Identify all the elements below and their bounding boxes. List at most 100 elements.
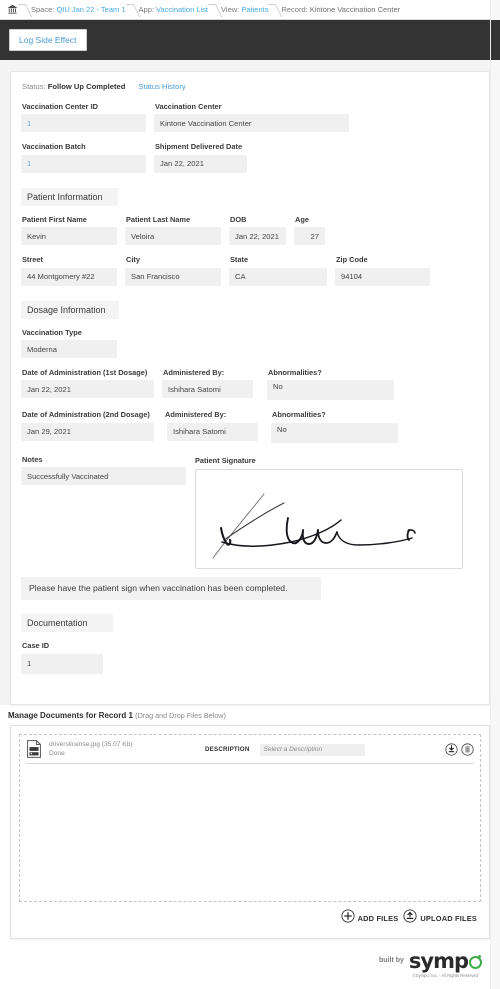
upload-files-button[interactable]: UPLOAD FILES: [403, 909, 477, 928]
breadcrumb-view-label: View:: [221, 5, 240, 14]
home-icon[interactable]: [6, 4, 18, 16]
label-city: City: [126, 255, 140, 265]
file-status: Done: [49, 749, 65, 757]
status-prefix: Status:: [22, 82, 46, 91]
breadcrumb-item-view[interactable]: View: Patients: [221, 5, 268, 14]
breadcrumb-record-label: Record:: [281, 5, 308, 14]
input-dose2-administered-by[interactable]: Ishihara Satomi: [167, 422, 258, 441]
file-drop-zone[interactable]: driverslicense.jpg (35.07 Kb) Done DESCR…: [19, 734, 481, 902]
download-icon[interactable]: [445, 743, 458, 756]
input-patient-first-name[interactable]: Kevin: [21, 227, 117, 246]
documents-title-main: Manage Documents for Record: [8, 711, 127, 720]
input-dose2-abnormalities[interactable]: No: [271, 422, 398, 443]
toolbar-right-edge: [491, 20, 500, 60]
documents-manager: Manage Documents for Record 1 (Drag and …: [0, 705, 500, 939]
label-patient-first-name: Patient First Name: [22, 214, 87, 224]
field-patient-first-name: Patient First Name Kevin: [21, 214, 125, 246]
input-dose1-administered-by[interactable]: Ishihara Satomi: [162, 380, 253, 399]
input-zip-code[interactable]: 94104: [335, 267, 430, 286]
field-vaccination-center-id: Vaccination Center ID 1: [21, 102, 154, 133]
field-vaccination-center: Vaccination Center Kintone Vaccination C…: [154, 102, 349, 133]
input-patient-last-name[interactable]: Veloira: [125, 227, 221, 246]
breadcrumb-record-value: Kintone Vaccination Center: [309, 5, 401, 14]
field-dob: DOB Jan 22, 2021: [229, 214, 294, 246]
input-vaccination-center[interactable]: Kintone Vaccination Center: [154, 114, 349, 133]
vaccination-center-row: Vaccination Center ID 1 Vaccination Cent…: [21, 102, 479, 133]
label-dose2-abnormalities: Abnormalities?: [272, 410, 326, 420]
documents-panel: driverslicense.jpg (35.07 Kb) Done DESCR…: [10, 725, 490, 939]
breadcrumb-view-value[interactable]: Patients: [241, 5, 268, 14]
input-dose2-date[interactable]: Jan 29, 2021: [21, 422, 154, 441]
dose2-row: Date of Administration (2nd Dosage) Jan …: [21, 410, 479, 443]
breadcrumb-item-app[interactable]: App: Vaccination List: [139, 5, 209, 14]
breadcrumb-separator: [126, 0, 139, 20]
page-scrollbar[interactable]: [490, 0, 500, 989]
field-patient-signature: Patient Signature: [195, 456, 463, 569]
breadcrumb: Space: QIU Jan 22 - Team 1 App: Vaccinat…: [0, 0, 500, 20]
input-age[interactable]: 27: [294, 227, 325, 246]
signature-helper-text: Please have the patient sign when vaccin…: [21, 576, 321, 601]
input-vaccination-batch[interactable]: 1: [21, 154, 146, 173]
record-card: Status: Follow Up Completed Status Histo…: [10, 71, 490, 705]
section-header-dosage-information: Dosage Information: [21, 300, 119, 319]
file-name: driverslicense.jpg (35.07 Kb): [49, 740, 133, 748]
label-dob: DOB: [230, 214, 247, 224]
breadcrumb-item-record: Record: Kintone Vaccination Center: [281, 5, 400, 14]
file-row-actions: [445, 743, 474, 756]
input-vaccination-center-id[interactable]: 1: [21, 114, 146, 133]
field-dose1-abnormalities: Abnormalities? No: [267, 368, 394, 401]
file-row: driverslicense.jpg (35.07 Kb) Done DESCR…: [26, 740, 474, 764]
trash-icon[interactable]: [461, 743, 474, 756]
page-background: Status: Follow Up Completed Status Histo…: [0, 60, 500, 705]
label-vaccination-center-id: Vaccination Center ID: [22, 102, 98, 111]
input-dose1-abnormalities[interactable]: No: [267, 380, 394, 401]
field-dose1-administered-by: Administered By: Ishihara Satomi: [162, 369, 267, 400]
field-dose2-abnormalities: Abnormalities? No: [271, 410, 398, 443]
field-vaccination-type: Vaccination Type Moderna: [21, 327, 117, 359]
documents-actions: ADD FILES UPLOAD FILES: [19, 902, 481, 930]
patient-signature-canvas[interactable]: [195, 468, 463, 569]
breadcrumb-item-space[interactable]: Space: QIU Jan 22 - Team 1: [31, 5, 126, 14]
add-files-label: ADD FILES: [357, 914, 399, 923]
case-id-row: Case ID 1: [21, 642, 479, 674]
input-vaccination-type[interactable]: Moderna: [21, 340, 117, 359]
field-notes: Notes Successfully Vaccinated: [21, 455, 195, 569]
input-dob[interactable]: Jan 22, 2021: [229, 227, 286, 246]
input-dose1-date[interactable]: Jan 22, 2021: [21, 380, 154, 399]
built-by-label: built by: [379, 957, 404, 964]
input-street[interactable]: 44 Montgomery #22: [21, 267, 117, 286]
status-row: Status: Follow Up Completed Status Histo…: [22, 82, 479, 91]
dose1-row: Date of Administration (1st Dosage) Jan …: [21, 368, 479, 401]
breadcrumb-space-label: Space:: [31, 5, 55, 14]
input-state[interactable]: CA: [229, 267, 327, 286]
description-label: DESCRIPTION: [205, 746, 250, 753]
sympo-wordmark: symp: [408, 949, 469, 973]
action-toolbar: Log Side Effect: [0, 20, 500, 60]
input-notes[interactable]: Successfully Vaccinated: [21, 467, 186, 486]
documents-title-sub: (Drag and Drop Files Below): [135, 711, 226, 720]
label-vaccination-type: Vaccination Type: [22, 327, 82, 337]
description-input[interactable]: Select a Description: [259, 743, 365, 756]
label-vaccination-center: Vaccination Center: [155, 102, 222, 111]
sympo-logo-mark-icon: [469, 955, 482, 969]
label-dose1-abnormalities: Abnormalities?: [268, 368, 322, 378]
breadcrumb-separator: [18, 0, 31, 20]
status-history-link[interactable]: Status History: [138, 82, 185, 91]
input-case-id[interactable]: 1: [21, 653, 103, 674]
field-zip-code: Zip Code 94104: [335, 255, 430, 286]
documents-record-number: 1: [128, 711, 133, 720]
section-header-patient-information: Patient Information: [21, 187, 118, 206]
input-shipment-delivered-date[interactable]: Jan 22, 2021: [154, 154, 247, 173]
breadcrumb-space-value[interactable]: QIU Jan 22 - Team 1: [56, 5, 125, 14]
log-side-effect-button[interactable]: Log Side Effect: [9, 28, 87, 52]
file-meta: driverslicense.jpg (35.07 Kb) Done: [49, 741, 199, 759]
breadcrumb-separator: [268, 0, 281, 20]
input-city[interactable]: San Francisco: [125, 267, 221, 286]
label-zip-code: Zip Code: [336, 255, 368, 265]
label-patient-last-name: Patient Last Name: [126, 214, 191, 224]
sympo-logo: symp ©Sympo, Inc. - All Rights Reserved: [409, 951, 482, 978]
add-files-button[interactable]: ADD FILES: [341, 909, 399, 928]
field-dose1-date: Date of Administration (1st Dosage) Jan …: [21, 369, 162, 400]
breadcrumb-app-value[interactable]: Vaccination List: [156, 5, 208, 14]
breadcrumb-app-label: App:: [138, 5, 154, 14]
